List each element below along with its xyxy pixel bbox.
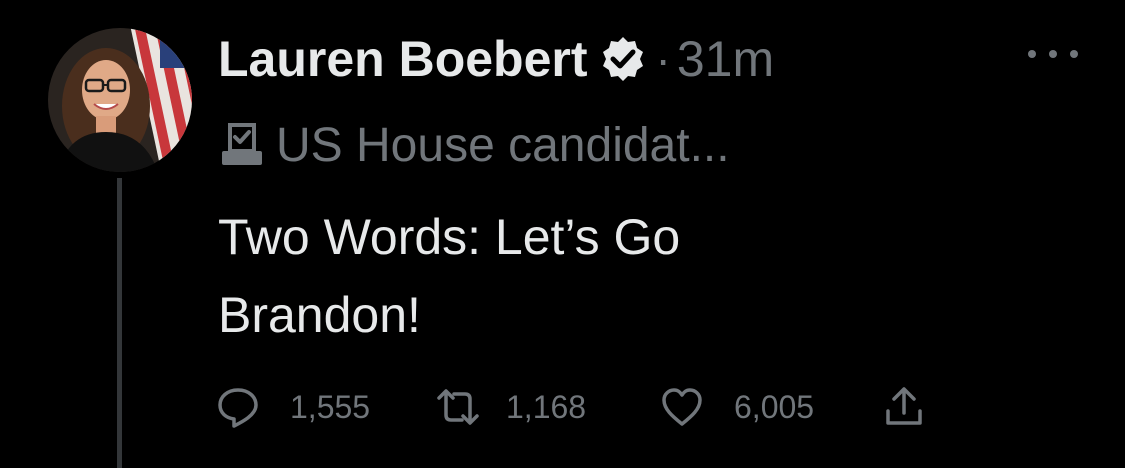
reply-button[interactable]: 1,555 <box>216 382 370 432</box>
action-bar: 1,555 1,168 6,005 <box>216 382 1076 432</box>
retweet-count: 1,168 <box>506 388 587 425</box>
timestamp[interactable]: 31m <box>677 30 774 88</box>
share-button[interactable] <box>882 382 926 432</box>
retweet-icon <box>436 385 480 429</box>
tweet[interactable]: Lauren Boebert · 31m US House candidat..… <box>0 0 1125 468</box>
account-label-text: US House candidat... <box>276 118 730 172</box>
thread-line <box>117 178 122 468</box>
avatar[interactable] <box>48 28 192 172</box>
reply-count: 1,555 <box>290 388 371 425</box>
tweet-text-line: Two Words: Let’s Go <box>218 209 681 265</box>
ballot-box-icon <box>218 121 266 169</box>
like-button[interactable]: 6,005 <box>660 382 814 432</box>
tweet-text-line: Brandon! <box>218 287 421 343</box>
reply-icon <box>216 385 260 429</box>
more-dot <box>1070 50 1078 58</box>
author-name[interactable]: Lauren Boebert <box>218 30 588 88</box>
tweet-text: Two Words: Let’s Go Brandon! <box>218 198 1078 354</box>
verified-badge-icon <box>598 34 648 84</box>
retweet-button[interactable]: 1,168 <box>436 382 586 432</box>
share-icon <box>882 385 926 429</box>
more-options-icon[interactable] <box>1028 42 1078 66</box>
more-dot <box>1028 50 1036 58</box>
account-label[interactable]: US House candidat... <box>218 110 730 180</box>
like-count: 6,005 <box>734 388 815 425</box>
tweet-header: Lauren Boebert · 31m <box>218 24 774 94</box>
more-dot <box>1049 50 1057 58</box>
header-separator: · <box>655 33 671 85</box>
heart-icon <box>660 385 704 429</box>
